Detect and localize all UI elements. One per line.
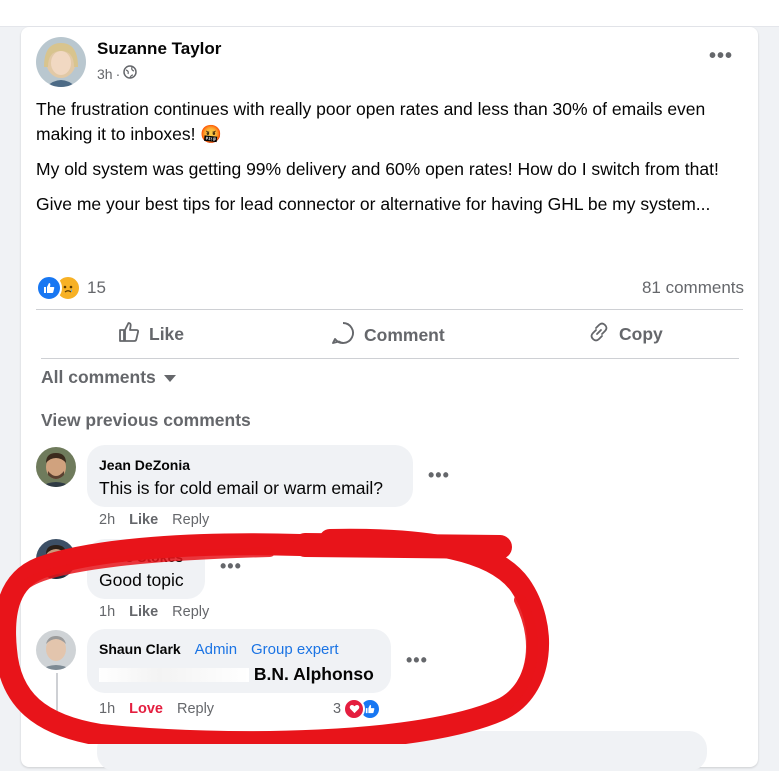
post-meta: 3h ·	[97, 65, 137, 82]
post-paragraph: Give me your best tips for lead connecto…	[36, 194, 711, 214]
view-previous-comments-link[interactable]: View previous comments	[41, 410, 251, 431]
commenter-avatar[interactable]	[36, 630, 76, 670]
redacted-text	[99, 668, 249, 683]
comment-author[interactable]: Shaun Clark	[99, 641, 181, 657]
commenter-avatar[interactable]	[36, 539, 76, 579]
like-button[interactable]: Like	[117, 320, 184, 349]
like-reaction-icon	[36, 275, 62, 301]
divider	[36, 309, 743, 310]
reaction-summary[interactable]: 15	[36, 275, 106, 301]
comment-text: This is for cold email or warm email?	[99, 478, 383, 498]
post-more-options-icon[interactable]: •••	[709, 45, 733, 68]
comment-actions: 2h Like Reply	[99, 512, 209, 528]
mention-name[interactable]: B.N. Alphonso	[254, 664, 374, 684]
comment-reaction-summary[interactable]: 3	[333, 698, 382, 720]
post-card: Suzanne Taylor 3h · ••• The frustration …	[21, 27, 758, 771]
comment-like-button[interactable]: Like	[129, 512, 158, 528]
reaction-count: 15	[87, 278, 106, 297]
divider	[41, 358, 739, 359]
caret-down-icon	[163, 367, 176, 388]
thumbs-up-icon	[117, 320, 141, 349]
comment-actions: 1h Love Reply	[99, 701, 214, 717]
comment-like-button[interactable]: Like	[129, 604, 158, 620]
comment-time[interactable]: 1h	[99, 701, 115, 717]
comment-more-options-icon[interactable]: •••	[220, 556, 242, 577]
comment-bubble-partial	[97, 731, 707, 771]
post-paragraph: My old system was getting 99% delivery a…	[36, 159, 719, 179]
thread-connector	[56, 673, 84, 735]
comment-text: B.N. Alphonso	[99, 664, 374, 685]
admin-badge[interactable]: Admin	[195, 641, 238, 658]
post-body: The frustration continues with really po…	[36, 97, 736, 227]
love-reaction-icon	[343, 698, 366, 720]
comment-author[interactable]: Jean DeZonia	[99, 457, 190, 473]
comment-reaction-count: 3	[333, 701, 342, 717]
comment-button[interactable]: Comment	[330, 320, 445, 351]
author-name[interactable]: Suzanne Taylor	[97, 39, 221, 59]
comment-more-options-icon[interactable]: •••	[428, 465, 450, 486]
comment-reply-button[interactable]: Reply	[172, 604, 209, 620]
filter-label: All comments	[41, 367, 156, 387]
comment-bubble: Jean DeZonia This is for cold email or w…	[87, 445, 413, 507]
comment-author[interactable]: Ross Stokes	[99, 549, 183, 565]
globe-icon	[123, 65, 137, 82]
post-paragraph: The frustration continues with really po…	[36, 99, 706, 144]
comment-filter-dropdown[interactable]: All comments	[41, 367, 176, 388]
comment-love-button[interactable]: Love	[129, 701, 163, 717]
comment-time[interactable]: 2h	[99, 512, 115, 528]
commenter-avatar[interactable]	[36, 447, 76, 487]
comment-text: Good topic	[99, 570, 184, 590]
comment-more-options-icon[interactable]: •••	[406, 650, 428, 671]
post-time[interactable]: 3h	[97, 66, 113, 82]
copy-button[interactable]: Copy	[587, 320, 663, 349]
author-avatar[interactable]	[36, 37, 86, 87]
comments-count-link[interactable]: 81 comments	[642, 278, 744, 298]
comment-reply-button[interactable]: Reply	[177, 701, 214, 717]
group-expert-badge[interactable]: Group expert	[251, 641, 339, 658]
comment-bubble-icon	[330, 320, 356, 351]
comment-label: Comment	[364, 325, 445, 345]
comment-bubble: Shaun Clark Admin Group expert B.N. Alph…	[87, 629, 391, 693]
comment-author-row: Shaun Clark Admin Group expert	[99, 641, 339, 658]
copy-label: Copy	[619, 324, 663, 344]
meta-separator: ·	[115, 65, 121, 82]
comment-reply-button[interactable]: Reply	[172, 512, 209, 528]
like-label: Like	[149, 324, 185, 344]
comment-actions: 1h Like Reply	[99, 604, 209, 620]
comment-time[interactable]: 1h	[99, 604, 115, 620]
comment-bubble: Ross Stokes Good topic	[87, 539, 205, 599]
link-icon	[587, 320, 611, 349]
top-bar	[0, 0, 779, 27]
